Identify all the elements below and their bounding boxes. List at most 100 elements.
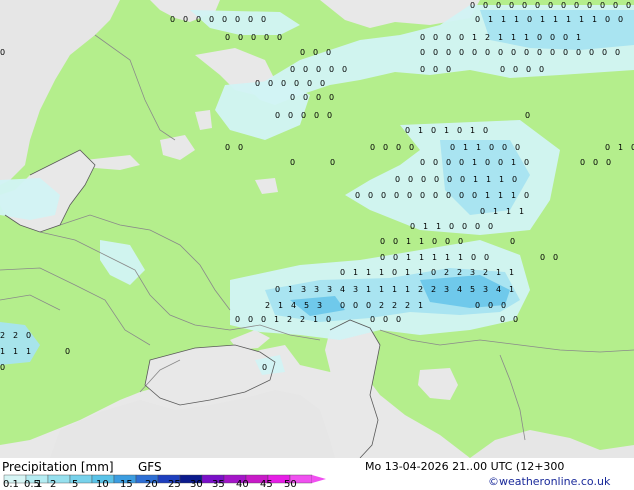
precip-value-label: 0	[420, 191, 425, 200]
precip-value-label: 0	[593, 158, 598, 167]
precip-value-label: 0	[488, 301, 493, 310]
precip-value-label: 0	[626, 1, 631, 10]
precip-value-label: 0	[196, 15, 201, 24]
precip-value-label: 0	[235, 315, 240, 324]
precip-value-label: 0	[316, 65, 321, 74]
precip-value-label: 0	[501, 301, 506, 310]
precip-value-label: 0	[393, 237, 398, 246]
precip-value-label: 1	[472, 33, 477, 42]
precip-value-label: 3	[317, 301, 322, 310]
precip-value-label: 0	[459, 191, 464, 200]
credit-link[interactable]: ©weatheronline.co.uk	[488, 475, 610, 489]
precip-value-label: 1	[519, 207, 524, 216]
precip-value-label: 0	[340, 301, 345, 310]
precip-value-label: 0	[432, 237, 437, 246]
precip-value-label: 0	[248, 15, 253, 24]
precip-value-label: 1	[498, 33, 503, 42]
precip-value-label: 0	[264, 33, 269, 42]
precip-value-label: 0	[275, 285, 280, 294]
precip-value-label: 0	[281, 79, 286, 88]
precip-value-label: 0	[235, 15, 240, 24]
precip-value-label: 0	[420, 158, 425, 167]
colorbar-tick-label: 25	[168, 479, 181, 490]
colorbar-tick-label: 0.1	[3, 479, 19, 490]
precip-value-label: 0	[353, 301, 358, 310]
precip-value-label: 0	[515, 143, 520, 152]
colorbar-tick-label: 45	[260, 479, 273, 490]
precip-value-label: 1	[470, 126, 475, 135]
precip-value-label: 0	[483, 1, 488, 10]
precip-value-label: 2	[444, 268, 449, 277]
precip-value-label: 0	[475, 222, 480, 231]
precip-value-label: 0	[605, 15, 610, 24]
precip-value-label: 0	[489, 143, 494, 152]
precip-value-label: 0	[605, 143, 610, 152]
precip-value-label: 3	[444, 285, 449, 294]
colorbar-tick-label: 10	[96, 479, 109, 490]
precip-value-label: 0	[502, 143, 507, 152]
precip-value-label: 0	[370, 143, 375, 152]
precip-value-label: 1	[13, 347, 18, 356]
precip-value-label: 0	[561, 1, 566, 10]
precip-value-label: 0	[303, 65, 308, 74]
precipitation-map: 0 0 0 0 0 0 0 0 0 0 0 0 00 0 0 0 0 0 0 0 0 1 1 1 0 1 1 1 1 1 0 00 0 0 0 0 0 0…	[0, 0, 634, 458]
precip-value-label: 0	[366, 301, 371, 310]
precip-value-label: 1	[406, 237, 411, 246]
precip-value-label: 0	[471, 253, 476, 262]
precip-value-label: 1	[423, 222, 428, 231]
precip-value-label: 0	[65, 347, 70, 356]
map-title: Precipitation [mm]	[2, 460, 114, 474]
precip-value-label: 0	[409, 143, 414, 152]
precip-value-label: 1	[501, 15, 506, 24]
precip-value-label: 0	[446, 33, 451, 42]
precip-value-label: 0	[222, 15, 227, 24]
precip-value-label: 0	[421, 175, 426, 184]
precip-value-label: 1	[486, 175, 491, 184]
precip-value-label: 1	[485, 191, 490, 200]
precip-value-label: 1	[496, 268, 501, 277]
precip-value-label: 0	[526, 65, 531, 74]
precip-value-label: 0	[380, 237, 385, 246]
precip-value-label: 0	[392, 268, 397, 277]
precip-value-label: 2	[287, 315, 292, 324]
precip-value-label: 0	[408, 175, 413, 184]
precip-value-label: 0	[183, 15, 188, 24]
precip-value-label: 2	[485, 33, 490, 42]
precip-value-label: 0	[446, 158, 451, 167]
precip-value-label: 1	[509, 285, 514, 294]
precip-value-label: 0	[511, 48, 516, 57]
precip-value-label: 1	[0, 347, 5, 356]
precip-value-label: 1	[511, 158, 516, 167]
precip-value-label: 0	[470, 1, 475, 10]
precip-value-label: 0	[525, 111, 530, 120]
precip-value-label: 0	[326, 315, 331, 324]
precip-value-label: 1	[419, 253, 424, 262]
precip-value-label: 0	[275, 111, 280, 120]
precip-value-label: 0	[606, 158, 611, 167]
colorbar-tick-label: 2	[50, 479, 57, 490]
precip-value-label: 0	[0, 48, 5, 57]
precip-value-label: 0	[300, 48, 305, 57]
precip-value-label: 0	[268, 79, 273, 88]
precip-value-label: 0	[381, 191, 386, 200]
precip-value-label: 0	[512, 175, 517, 184]
precip-value-label: 0	[509, 1, 514, 10]
precip-value-label: 0	[393, 253, 398, 262]
precip-value-label: 0	[537, 33, 542, 42]
precip-value-label: 1	[444, 126, 449, 135]
precip-value-label: 0	[290, 65, 295, 74]
precip-value-label: 0	[410, 222, 415, 231]
precip-value-label: 0	[225, 33, 230, 42]
precip-value-label: 1	[511, 191, 516, 200]
precip-value-label: 0	[433, 48, 438, 57]
precip-value-label: 0	[472, 191, 477, 200]
precip-value-label: 0	[576, 48, 581, 57]
precip-value-label: 3	[353, 285, 358, 294]
colorbar-tick-label: 20	[145, 479, 158, 490]
precip-value-label: 2	[265, 301, 270, 310]
precip-value-label: 0	[294, 79, 299, 88]
precip-value-label: 0	[527, 15, 532, 24]
precip-value-label: 0	[480, 207, 485, 216]
precip-value-label: 0	[500, 65, 505, 74]
precip-value-label: 0	[327, 111, 332, 120]
